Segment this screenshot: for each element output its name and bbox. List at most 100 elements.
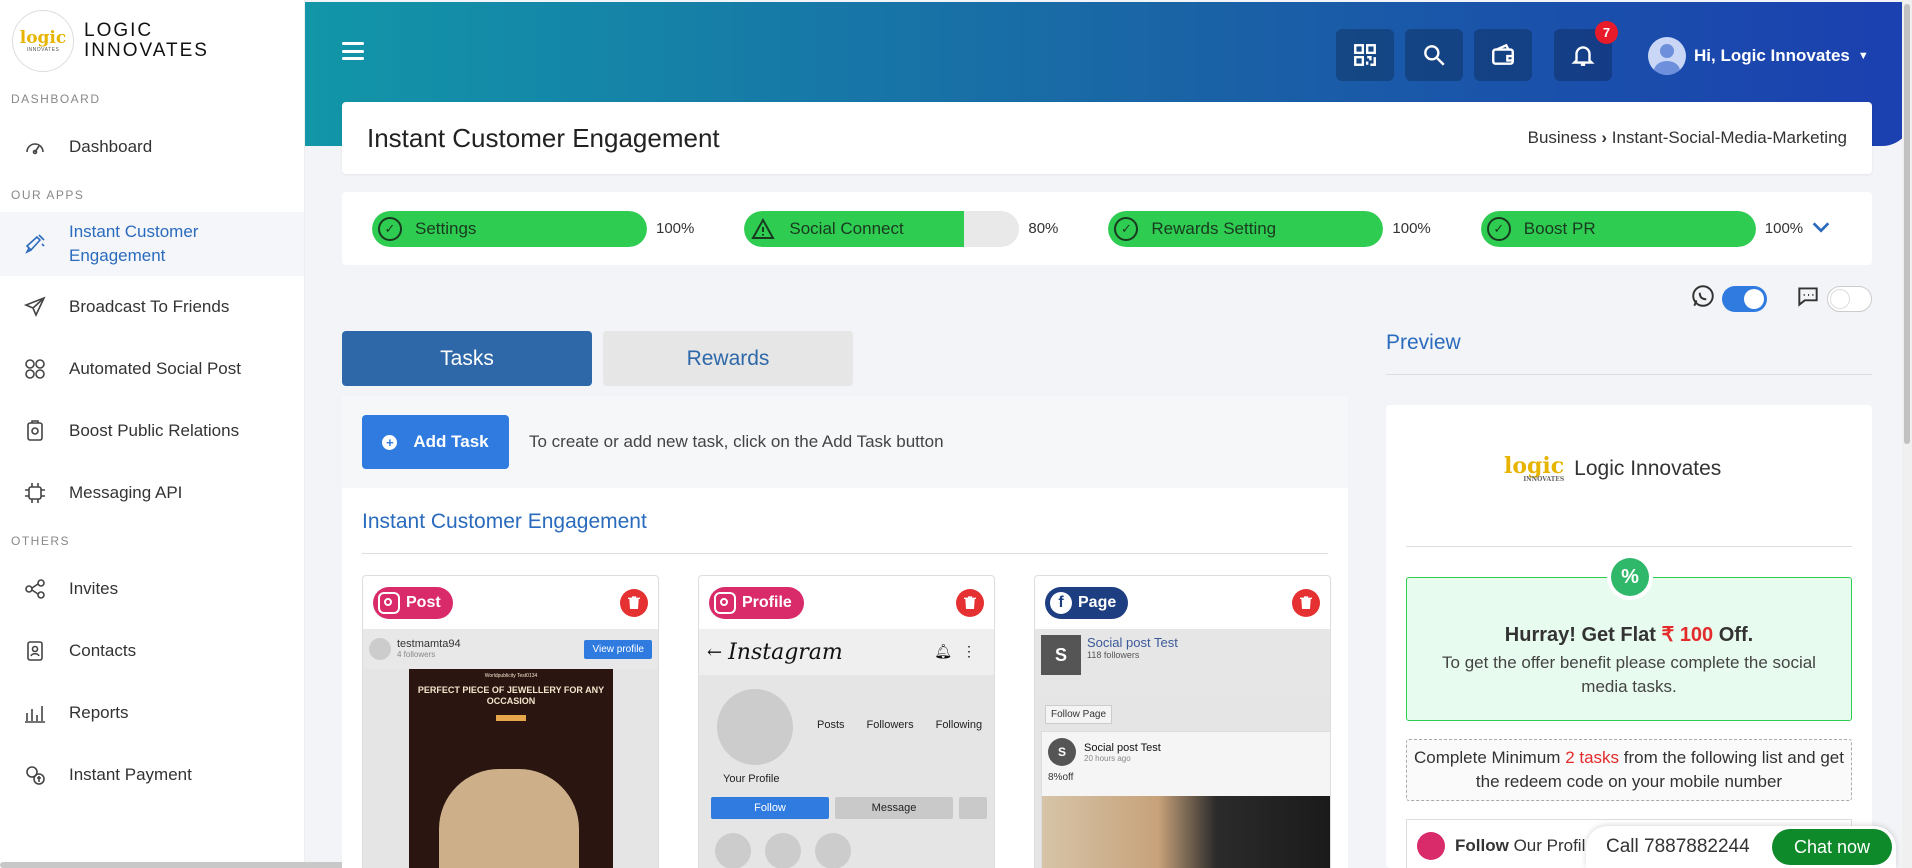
sidebar-item-boost-public-relations[interactable]: Boost Public Relations: [0, 400, 304, 462]
sidebar-item-automated-social-post[interactable]: Automated Social Post: [0, 338, 304, 400]
sidebar-item-broadcast-to-friends[interactable]: Broadcast To Friends: [0, 276, 304, 338]
breadcrumb-root[interactable]: Business: [1528, 128, 1597, 147]
sidebar-item-dashboard[interactable]: Dashboard: [0, 116, 304, 178]
task-card-page[interactable]: f Page S Social post Test 118 followers F…: [1034, 575, 1331, 868]
post-preview: testmamta94 4 followers View profile Wor…: [363, 629, 658, 868]
progress-settings[interactable]: ✓ Settings 100%: [372, 210, 695, 247]
chevron-down-icon[interactable]: [1810, 216, 1832, 238]
call-number[interactable]: Call 7887882244: [1606, 836, 1750, 858]
post-time: 20 hours ago: [1084, 753, 1131, 763]
post-text: 8%off: [1048, 772, 1074, 783]
divider: [1386, 374, 1872, 375]
search-button[interactable]: [1405, 29, 1463, 81]
progress-rewards-setting[interactable]: ✓ Rewards Setting 100%: [1108, 210, 1431, 247]
brand[interactable]: logic INNOVATES LOGIC INNOVATES: [0, 0, 304, 82]
sidebar-item-messaging-api[interactable]: Messaging API: [0, 462, 304, 524]
ring-photo: [439, 769, 579, 868]
gauge-icon: [20, 132, 50, 162]
notifications-button[interactable]: 7: [1554, 21, 1618, 81]
delete-task-button[interactable]: [620, 588, 648, 617]
progress-bar: ✓ Boost PR: [1480, 210, 1756, 247]
progress-social-connect[interactable]: Social Connect 80%: [744, 210, 1059, 247]
sidebar-item-reports[interactable]: Reports: [0, 682, 304, 744]
progress-fill: Social Connect: [744, 210, 965, 247]
brand-logo: logic INNOVATES: [12, 10, 74, 72]
offer-amount-group: ₹ 100: [1662, 624, 1714, 646]
hamburger-menu-icon[interactable]: [342, 42, 364, 60]
preview-title: Preview: [1386, 331, 1461, 354]
facebook-page-pill: f Page: [1045, 586, 1129, 619]
follow-task-bold: Follow: [1455, 835, 1509, 855]
qr-code-button[interactable]: [1336, 29, 1394, 81]
divider: [1406, 546, 1852, 547]
task-card-header: Post: [363, 576, 658, 629]
progress-label: Boost PR: [1523, 218, 1596, 238]
minimum-tasks-note: Complete Minimum 2 tasks from the follow…: [1406, 739, 1852, 801]
poster-button: [496, 715, 526, 721]
jewellery-poster-image: Worldpublicity Test0134 PERFECT PIECE OF…: [409, 669, 613, 868]
bell-icon: [1571, 46, 1595, 66]
back-arrow-icon: ←: [707, 641, 723, 663]
payment-icon: [20, 760, 50, 790]
chat-widget: Call 7887882244 Chat now: [1586, 826, 1896, 868]
sidebar-item-label: Messaging API: [69, 483, 183, 502]
add-task-button[interactable]: + Add Task: [362, 415, 509, 469]
sidebar-item-label: Broadcast To Friends: [69, 297, 230, 316]
instagram-topbar: ← Instagram 🔔︎⋮: [699, 629, 994, 675]
plus-circle-icon: +: [382, 434, 398, 450]
page-title: Instant Customer Engagement: [367, 122, 720, 153]
view-profile-button[interactable]: View profile: [584, 639, 652, 659]
preview-brand-name: Logic Innovates: [1574, 457, 1722, 480]
min-tasks-count: 2 tasks: [1565, 748, 1620, 767]
setup-progress-card: ✓ Settings 100% Social Connect 80% ✓ Rew…: [342, 192, 1872, 265]
follow-task-text: Our Profil: [1513, 835, 1586, 855]
delete-task-button[interactable]: [956, 588, 984, 617]
bar-report-icon: [20, 698, 50, 728]
tab-rewards[interactable]: Rewards: [603, 331, 853, 386]
progress-value: 100%: [656, 220, 695, 237]
task-card-header: Profile: [699, 576, 994, 629]
sidebar-item-invites[interactable]: Invites: [0, 558, 304, 620]
task-card-profile[interactable]: Profile ← Instagram 🔔︎⋮ Posts Followers …: [698, 575, 995, 868]
share-nodes-icon: [20, 574, 50, 604]
breadcrumb-separator: ›: [1601, 128, 1607, 147]
follow-button[interactable]: Follow: [711, 797, 829, 819]
whatsapp-toggle[interactable]: [1722, 285, 1767, 312]
user-menu[interactable]: Hi, Logic Innovates ▼: [1648, 37, 1869, 75]
delete-task-button[interactable]: [1292, 588, 1320, 617]
offer-amount: 100: [1679, 624, 1714, 646]
progress-value: 100%: [1764, 220, 1804, 237]
discount-badge-icon: %: [1607, 554, 1653, 600]
section-title: Instant Customer Engagement: [362, 510, 647, 533]
follow-page-button[interactable]: Follow Page: [1045, 705, 1113, 724]
task-type-label: Profile: [742, 593, 792, 611]
message-button[interactable]: Message: [835, 797, 953, 819]
brand-name-line2: INNOVATES: [84, 40, 209, 61]
chat-now-button[interactable]: Chat now: [1772, 829, 1892, 865]
add-person-button[interactable]: [959, 797, 987, 819]
progress-fill: ✓ Rewards Setting: [1108, 210, 1384, 247]
post-header: testmamta94 4 followers View profile: [363, 629, 658, 669]
progress-bar: ✓ Rewards Setting: [1108, 210, 1384, 247]
avatar: [369, 638, 391, 660]
progress-fill: ✓ Boost PR: [1480, 210, 1756, 247]
stat-following: Following: [935, 719, 983, 731]
instagram-icon: [378, 591, 400, 614]
offer-prefix: Hurray! Get Flat: [1504, 624, 1656, 646]
sidebar-item-label: Dashboard: [69, 137, 153, 156]
qr-code-icon: [1354, 44, 1376, 66]
progress-value: 80%: [1028, 220, 1059, 237]
progress-boost-pr[interactable]: ✓ Boost PR 100%: [1480, 210, 1804, 247]
add-task-hint: To create or add new task, click on the …: [529, 432, 944, 451]
sidebar-item-instant-payment[interactable]: Instant Payment: [0, 744, 304, 806]
stat-posts: Posts: [817, 719, 845, 731]
instagram-profile-pill: Profile: [709, 586, 804, 619]
chat-toggle[interactable]: [1827, 285, 1872, 312]
offer-suffix: Off.: [1718, 624, 1754, 646]
wallet-button[interactable]: [1474, 29, 1532, 81]
sidebar-item-instant-customer-engagement[interactable]: Instant Customer Engagement: [0, 212, 304, 276]
tab-tasks[interactable]: Tasks: [342, 331, 592, 386]
sidebar-item-contacts[interactable]: Contacts: [0, 620, 304, 682]
vertical-scrollbar[interactable]: [1902, 0, 1912, 868]
task-card-post[interactable]: Post testmamta94 4 followers View profil…: [362, 575, 659, 868]
